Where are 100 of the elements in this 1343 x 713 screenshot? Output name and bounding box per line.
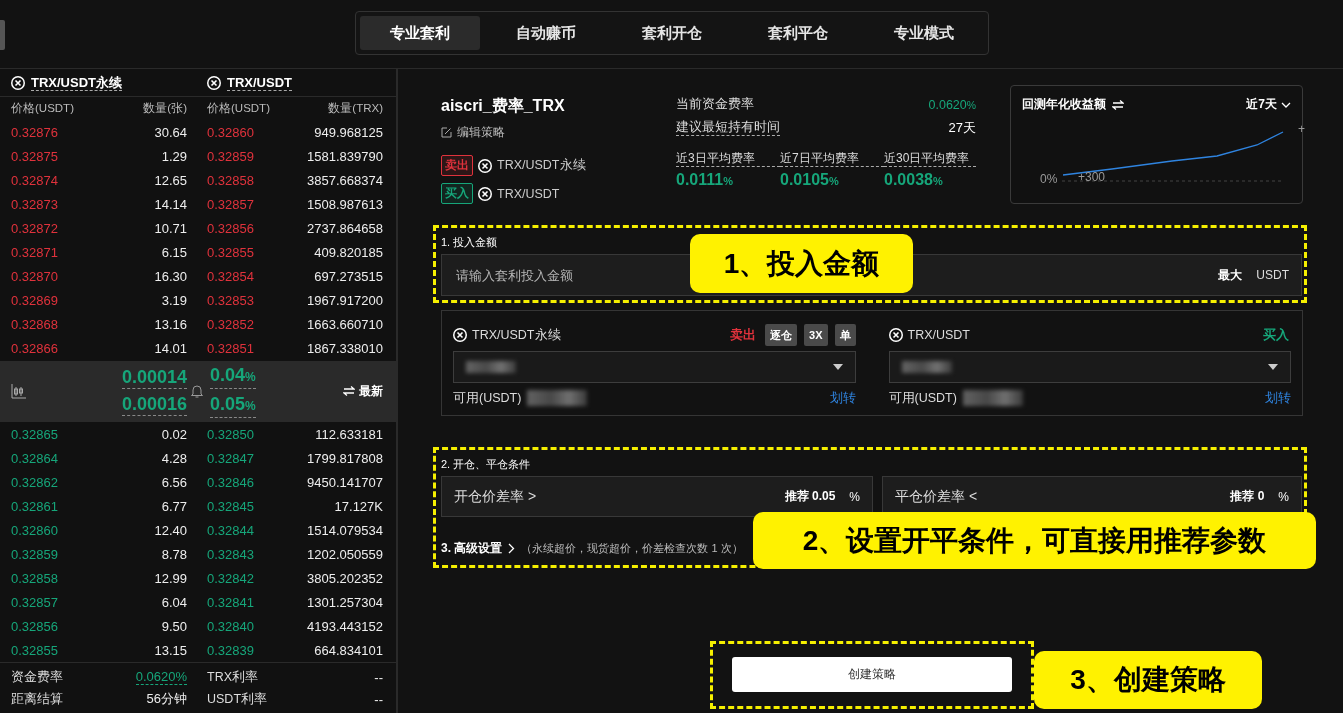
stat-label: 资金费率 bbox=[11, 668, 64, 686]
table-cell: 409.820185 bbox=[314, 245, 383, 261]
step-title: 1. 投入金额 bbox=[441, 235, 499, 250]
stat-value: 0.0620% bbox=[135, 669, 187, 685]
column-header: 数量(张) bbox=[143, 101, 187, 117]
column-header: 价格(USDT) bbox=[206, 101, 271, 117]
table-cell: 14.01 bbox=[154, 341, 187, 357]
table-cell: 13.15 bbox=[154, 642, 187, 658]
table-cell: 30.64 bbox=[154, 125, 187, 141]
step-title: 2. 开仓、平仓条件 bbox=[441, 457, 532, 472]
table-cell-text: 0.32860 bbox=[11, 522, 59, 538]
table-cell-text: 0.32851 bbox=[206, 341, 255, 357]
table-cell-text: 0.32860 bbox=[206, 125, 255, 141]
column-header: 数量(TRX) bbox=[328, 101, 383, 117]
table-cell: 6.77 bbox=[161, 498, 187, 514]
table-cell-text: 0.32874 bbox=[11, 173, 59, 189]
available-label: 可用(USDT) bbox=[888, 389, 957, 407]
callout-tooltip: 2、设置开平条件，可直接用推荐参数 bbox=[753, 512, 1316, 569]
table-cell-text: 0.32841 bbox=[206, 594, 255, 610]
stat-value: -- bbox=[374, 669, 383, 685]
table-cell-text: 0.32858 bbox=[206, 173, 255, 189]
table-cell: 664.834101 bbox=[314, 642, 383, 658]
strategy-name: aiscri_费率_TRX bbox=[441, 96, 566, 116]
table-cell: 9450.141707 bbox=[307, 474, 383, 490]
table-cell: 697.273515 bbox=[314, 269, 383, 285]
table-cell-text: 0.32840 bbox=[206, 618, 255, 634]
table-cell-text: 0.32876 bbox=[11, 125, 59, 141]
table-cell-text: 0.32865 bbox=[11, 426, 59, 442]
stat-value: 56分钟 bbox=[146, 690, 187, 708]
chart-title: 回测年化收益额 bbox=[1022, 96, 1124, 113]
rate-label: 当前资金费率 bbox=[676, 96, 754, 113]
table-cell: 112.633181 bbox=[315, 426, 383, 442]
table-cell-text: 0.32855 bbox=[206, 245, 255, 261]
table-cell: 12.40 bbox=[154, 522, 187, 538]
table-cell-text: 0.32871 bbox=[11, 245, 59, 261]
table-cell: 13.16 bbox=[154, 317, 187, 333]
spread-percent: 0.05% bbox=[210, 393, 256, 419]
table-cell-text: 0.32858 bbox=[11, 570, 59, 586]
market-name: TRX/USDT bbox=[497, 186, 560, 201]
table-cell: 4.28 bbox=[161, 450, 187, 466]
table-cell: 14.14 bbox=[154, 197, 187, 213]
table-cell-text: 0.32842 bbox=[206, 570, 255, 586]
market-name: TRX/USDT bbox=[907, 328, 970, 342]
stat-label: USDT利率 bbox=[206, 690, 269, 708]
table-cell: 6.56 bbox=[161, 474, 187, 490]
side-label: 卖出 bbox=[730, 326, 757, 344]
table-cell: 949.968125 bbox=[314, 125, 383, 141]
table-cell: 1867.338010 bbox=[307, 341, 383, 357]
table-cell-text: 0.32856 bbox=[11, 618, 59, 634]
table-cell-text: 0.32856 bbox=[206, 221, 255, 237]
rate-label: 近3日平均费率 bbox=[676, 151, 780, 167]
stat-label: 距离结算 bbox=[11, 690, 64, 708]
table-cell: 6.15 bbox=[161, 245, 187, 261]
rate-label: 近7日平均费率 bbox=[780, 151, 884, 167]
table-cell: 16.30 bbox=[154, 269, 187, 285]
table-cell: 1663.660710 bbox=[307, 317, 383, 333]
stat-label: TRX利率 bbox=[206, 668, 259, 686]
table-cell-text: 0.32857 bbox=[11, 594, 59, 610]
table-cell-text: 0.32868 bbox=[11, 317, 59, 333]
table-cell: 17.127K bbox=[334, 498, 383, 514]
hold-value: 27天 bbox=[948, 118, 976, 137]
callout-tooltip: 3、创建策略 bbox=[1034, 651, 1262, 709]
table-cell: 1508.987613 bbox=[307, 197, 383, 213]
side-tag: 买入 bbox=[441, 183, 473, 204]
table-cell-text: 0.32844 bbox=[206, 522, 255, 538]
market-name: TRX/USDT永续 bbox=[497, 157, 586, 174]
table-cell: 3857.668374 bbox=[307, 173, 383, 189]
table-cell-text: 0.32857 bbox=[206, 197, 255, 213]
table-cell-text: 0.32854 bbox=[206, 269, 255, 285]
table-cell-text: 0.32846 bbox=[206, 474, 255, 490]
settings-note: （永续超价，现货超价，价差检查次数 1 次） bbox=[521, 540, 743, 556]
table-cell-text: 0.32859 bbox=[11, 546, 59, 562]
axis-label: + bbox=[1298, 123, 1305, 136]
table-cell-text: 0.32855 bbox=[11, 642, 59, 658]
axis-label: +300 bbox=[1078, 171, 1106, 184]
spread-value: 0.00016 bbox=[121, 393, 187, 417]
table-cell-text: 0.32873 bbox=[11, 197, 59, 213]
table-cell: 10.71 bbox=[154, 221, 187, 237]
spread-percent: 0.04% bbox=[210, 364, 256, 390]
rate-value: 0.0038% bbox=[884, 171, 944, 189]
table-cell-text: 0.32872 bbox=[11, 221, 59, 237]
rate-value: 0.0111% bbox=[676, 171, 734, 189]
side-label: 买入 bbox=[1263, 326, 1289, 344]
market-name: TRX/USDT永续 bbox=[472, 326, 561, 344]
side-tag: 卖出 bbox=[441, 155, 473, 176]
rate-value: 0.0105% bbox=[780, 171, 840, 189]
table-cell-text: 0.32839 bbox=[206, 642, 255, 658]
unit-label: USDT bbox=[1256, 268, 1289, 282]
table-cell: 2737.864658 bbox=[307, 221, 383, 237]
table-cell-text: 0.32864 bbox=[11, 450, 59, 466]
table-cell-text: 0.32843 bbox=[206, 546, 255, 562]
table-cell: 3805.202352 bbox=[307, 570, 383, 586]
table-cell-text: 0.32853 bbox=[206, 293, 255, 309]
table-cell: 1.29 bbox=[161, 149, 187, 165]
table-cell: 1514.079534 bbox=[307, 522, 383, 538]
table-cell: 12.65 bbox=[154, 173, 187, 189]
table-cell: 0.02 bbox=[161, 426, 187, 442]
table-cell: 1967.917200 bbox=[307, 293, 383, 309]
table-cell-text: 0.32850 bbox=[206, 426, 255, 442]
available-label: 可用(USDT) bbox=[453, 389, 522, 407]
